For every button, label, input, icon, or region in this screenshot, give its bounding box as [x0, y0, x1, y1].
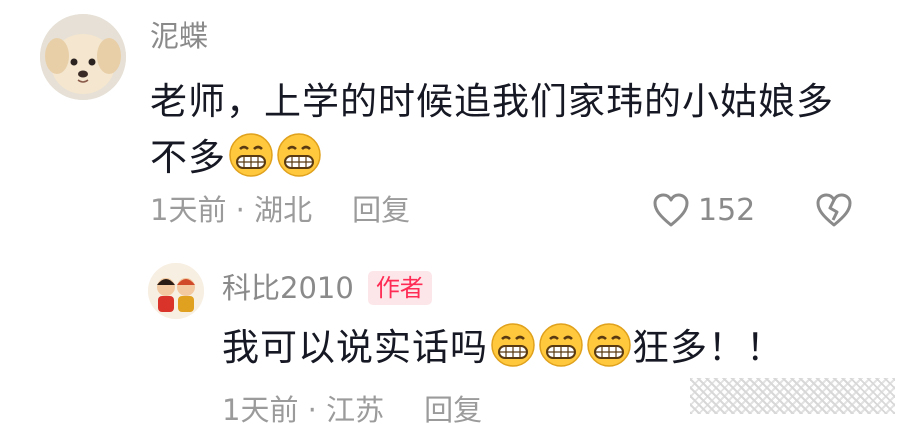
puppy-avatar-image — [40, 14, 126, 100]
reply-timestamp: 1天前 — [222, 393, 299, 427]
like-count: 152 — [698, 192, 756, 228]
grin-emoji-icon — [229, 133, 273, 177]
heart-outline-icon — [653, 193, 689, 227]
reply-body-start: 我可以说实话吗 — [222, 326, 488, 369]
reply-username[interactable]: 科比2010 — [222, 268, 354, 308]
author-badge: 作者 — [367, 271, 432, 305]
meta-separator: · — [235, 193, 245, 227]
reply-meta-separator: · — [307, 393, 317, 427]
reply-body-end: 狂多！！ — [632, 326, 784, 369]
reply-reply-button[interactable]: 回复 — [424, 393, 482, 427]
grin-emoji-icon — [491, 323, 535, 367]
comment-text: 老师，上学的时候追我们家玮的小姑娘多不多 — [150, 74, 850, 186]
reply-username-row: 科比2010 作者 — [222, 268, 432, 308]
cartoon-avatar-image — [148, 263, 204, 319]
reply-location: 江苏 — [326, 393, 385, 427]
reply-meta: 1天前 · 江苏 回复 — [222, 390, 482, 430]
timestamp: 1天前 — [150, 193, 227, 227]
location: 湖北 — [254, 193, 313, 227]
grin-emoji-icon — [539, 323, 583, 367]
watermark — [690, 378, 895, 414]
grin-emoji-icon — [277, 133, 321, 177]
reply-avatar[interactable] — [148, 263, 204, 319]
avatar[interactable] — [40, 14, 126, 100]
grin-emoji-icon — [587, 323, 631, 367]
reply-text: 我可以说实话吗 狂多！！ — [222, 320, 784, 376]
reply-button[interactable]: 回复 — [352, 193, 410, 227]
broken-heart-icon[interactable] — [814, 190, 854, 230]
like-button[interactable]: 152 — [652, 190, 755, 230]
username[interactable]: 泥蝶 — [150, 16, 208, 56]
comment-meta: 1天前 · 湖北 回复 — [150, 190, 410, 230]
